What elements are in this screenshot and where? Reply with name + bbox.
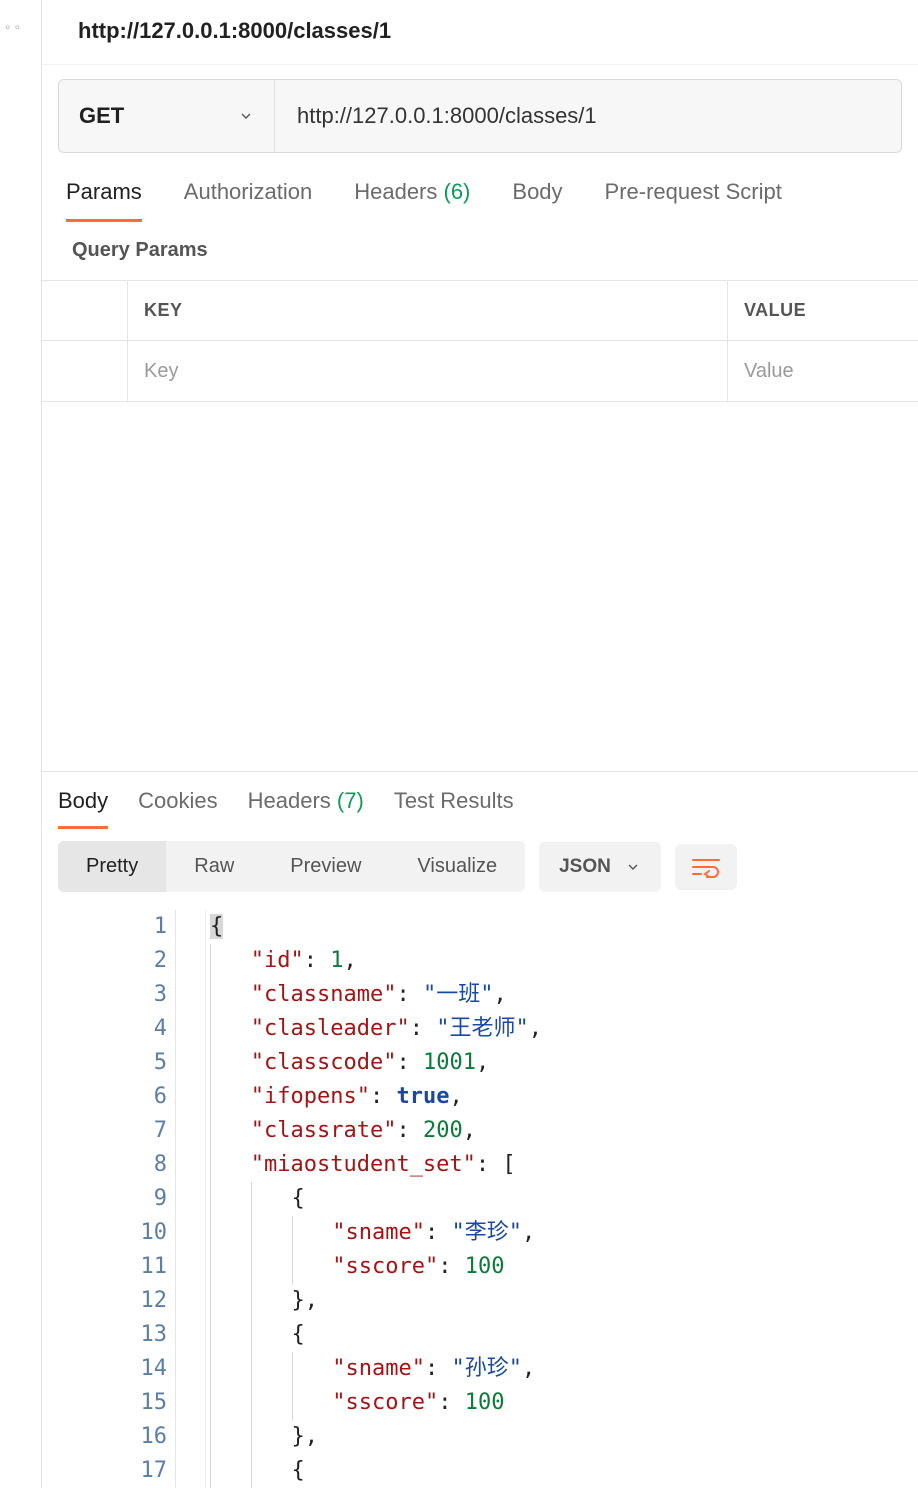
body-format-label: JSON [559,856,611,878]
code-content: { "id": 1, "classname": "一班", "clasleade… [206,910,542,1488]
left-gutter: ∘∘ [0,0,42,1488]
line-number-gutter: 1234567891011121314151617 [42,910,176,1488]
view-visualize[interactable]: Visualize [389,841,525,892]
resp-tab-headers-label: Headers [248,788,331,813]
tab-body[interactable]: Body [512,179,562,222]
resp-tab-cookies[interactable]: Cookies [138,788,217,829]
query-params-table: KEY VALUE [42,280,918,402]
params-key-input[interactable] [144,360,711,383]
query-params-heading: Query Params [42,223,918,280]
response-view-bar: Pretty Raw Preview Visualize JSON [42,829,918,904]
wrap-lines-button[interactable] [675,844,737,890]
response-body-code[interactable]: 1234567891011121314151617 { "id": 1, "cl… [42,904,918,1488]
request-title: http://127.0.0.1:8000/classes/1 [42,0,918,65]
view-pretty[interactable]: Pretty [58,841,166,892]
params-key-header: KEY [128,281,728,340]
response-panel: Body Cookies Headers (7) Test Results Pr… [42,771,918,1488]
resp-headers-count-badge: (7) [337,788,364,813]
chevron-down-icon [238,108,254,124]
http-method-label: GET [79,103,124,129]
params-checkbox-header [42,281,128,340]
view-raw[interactable]: Raw [166,841,262,892]
resp-tab-body[interactable]: Body [58,788,108,829]
params-row-checkbox[interactable] [42,341,128,401]
params-value-header: VALUE [728,281,918,340]
wrap-icon [691,856,721,878]
tab-params[interactable]: Params [66,179,142,222]
request-url-input[interactable] [275,80,901,152]
request-tabs: Params Authorization Headers (6) Body Pr… [42,153,918,223]
chevron-down-icon [625,859,641,875]
resp-tab-headers[interactable]: Headers (7) [248,788,364,829]
tab-authorization[interactable]: Authorization [184,179,312,222]
tab-headers-label: Headers [354,179,437,204]
request-bar: GET [58,79,902,153]
http-method-select[interactable]: GET [59,80,275,152]
params-value-input[interactable] [744,360,902,383]
headers-count-badge: (6) [444,179,471,204]
tab-headers[interactable]: Headers (6) [354,179,470,222]
resp-tab-test-results[interactable]: Test Results [394,788,514,829]
body-format-select[interactable]: JSON [539,842,661,892]
spacer [42,402,918,771]
view-mode-group: Pretty Raw Preview Visualize [58,841,525,892]
view-preview[interactable]: Preview [262,841,389,892]
fold-column [178,910,206,1488]
drag-dots-icon: ∘∘ [4,20,23,34]
tab-pre-request-script[interactable]: Pre-request Script [605,179,782,222]
response-tabs: Body Cookies Headers (7) Test Results [42,772,918,829]
